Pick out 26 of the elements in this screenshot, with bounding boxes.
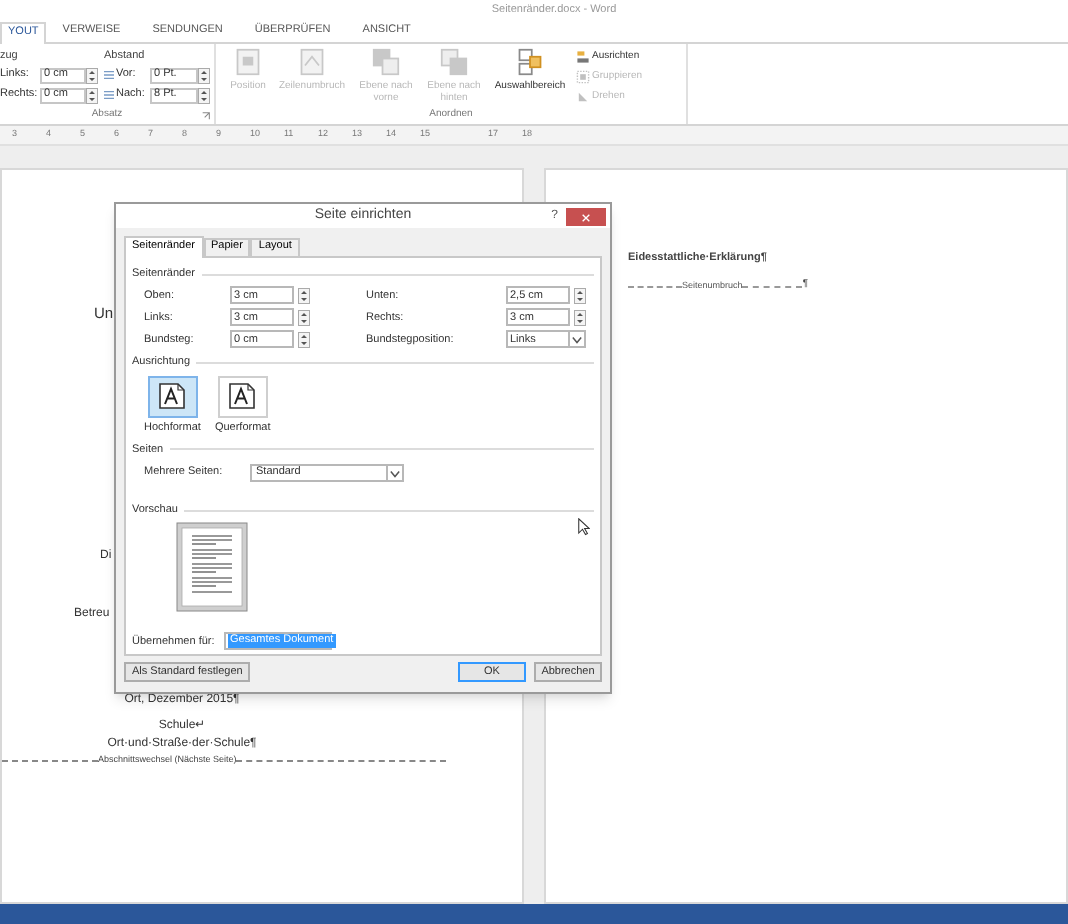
spinner-icon[interactable] (198, 87, 210, 103)
spacing-icon (104, 90, 114, 100)
page-preview-drawing (176, 522, 248, 613)
layers-icon (372, 48, 400, 76)
group-icon (576, 70, 590, 84)
spinner-icon[interactable] (574, 287, 586, 304)
portrait-page-icon (156, 382, 189, 410)
spinner-icon[interactable] (198, 67, 210, 83)
landscape-page-icon (226, 382, 259, 410)
caret-icon (390, 469, 400, 477)
layers-icon (440, 48, 468, 76)
spinner-icon[interactable] (298, 287, 310, 304)
spinner-icon[interactable] (574, 309, 586, 326)
text-wrap-icon (298, 48, 326, 76)
spinner-icon[interactable] (298, 309, 310, 326)
spinner-icon[interactable] (86, 87, 98, 103)
spacing-icon (104, 70, 114, 80)
selection-pane-icon (516, 48, 544, 76)
align-icon (576, 50, 590, 64)
spinner-icon[interactable] (298, 331, 310, 348)
caret-icon (572, 335, 582, 344)
close-icon (582, 213, 590, 221)
pointer-icon (578, 518, 590, 536)
spinner-icon[interactable] (86, 67, 98, 83)
dialog-launcher-icon[interactable] (202, 112, 210, 120)
page-icon (234, 48, 262, 76)
